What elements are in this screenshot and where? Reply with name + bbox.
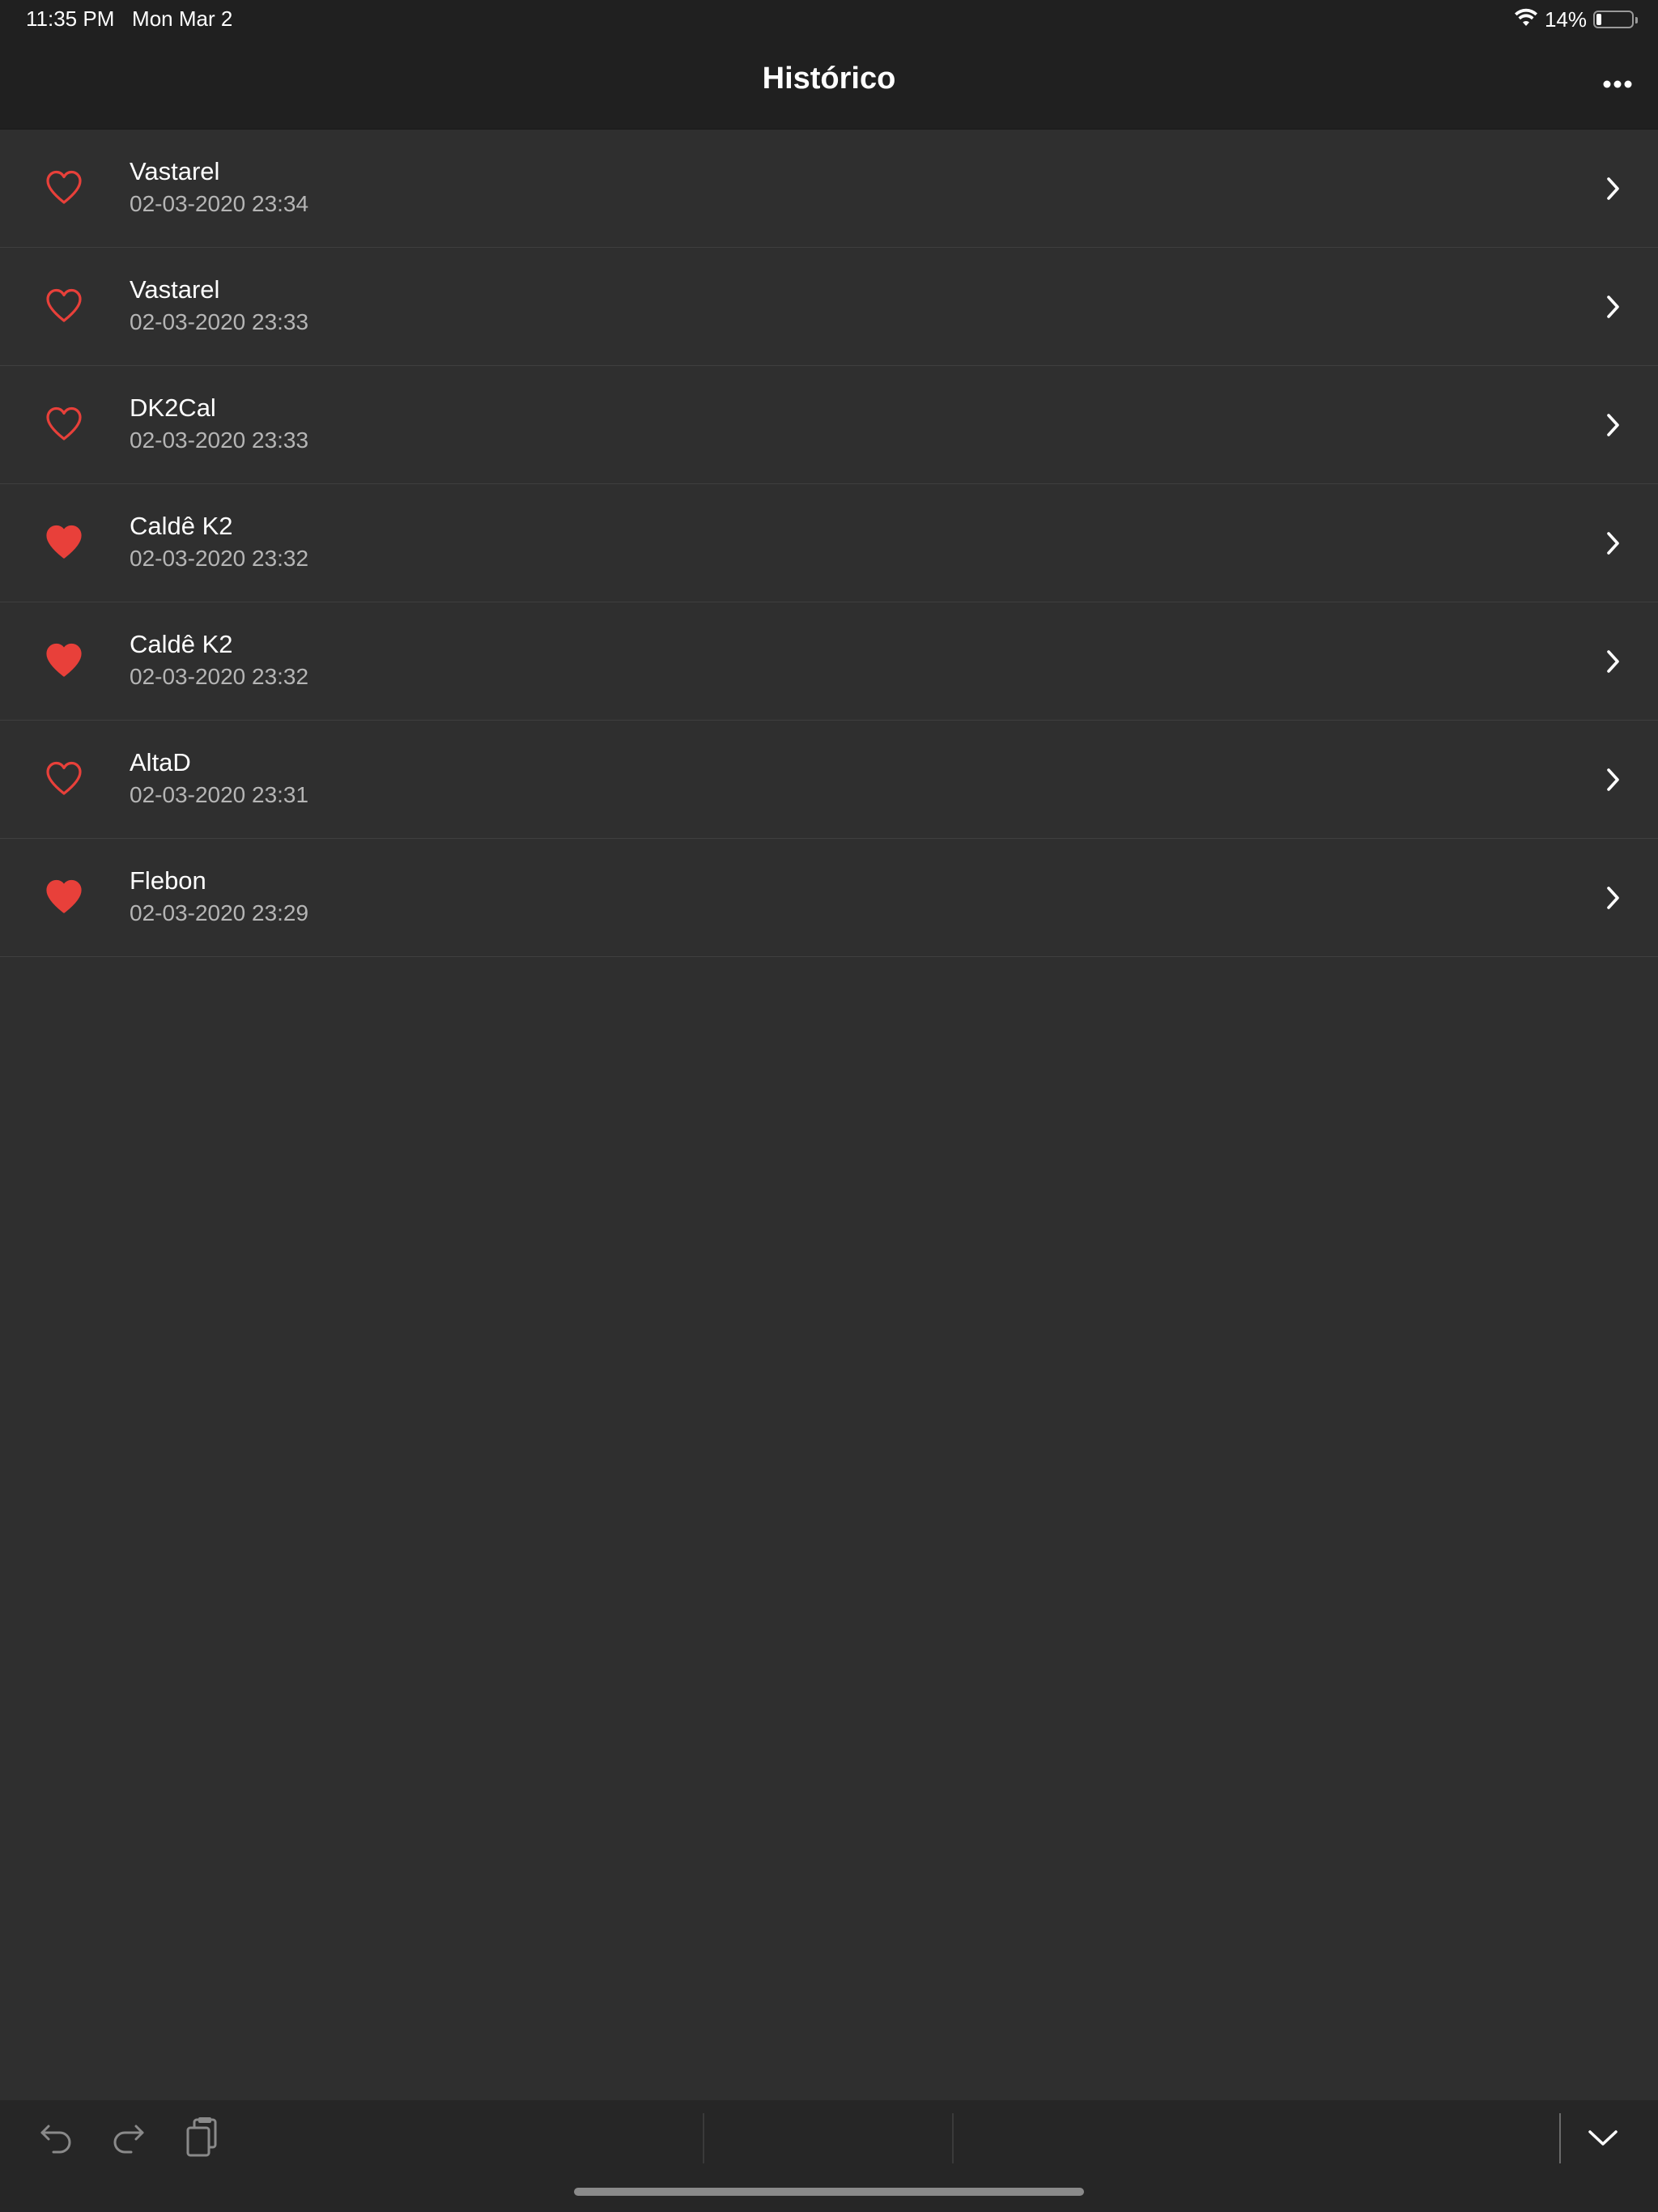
history-row[interactable]: AltaD 02-03-2020 23:31 <box>0 721 1658 839</box>
status-bar: 11:35 PM Mon Mar 2 14% <box>0 0 1658 39</box>
history-row[interactable]: Caldê K2 02-03-2020 23:32 <box>0 484 1658 602</box>
status-date: Mon Mar 2 <box>132 6 233 31</box>
history-item-date: 02-03-2020 23:32 <box>130 664 309 689</box>
home-indicator[interactable] <box>574 2188 1084 2196</box>
battery-level <box>1596 14 1601 25</box>
toolbar-divider <box>1559 2113 1561 2163</box>
heart-filled-icon[interactable] <box>45 643 83 677</box>
history-item-name: Caldê K2 <box>130 512 233 540</box>
screen: 11:35 PM Mon Mar 2 14% Histórico Vastare… <box>0 0 1658 2212</box>
chevron-right-icon <box>1607 177 1619 200</box>
history-item-name: Vastarel <box>130 275 220 304</box>
status-clock: 11:35 PM <box>26 6 115 31</box>
history-item-name: AltaD <box>130 748 191 776</box>
heart-outline-icon[interactable] <box>45 288 83 322</box>
toolbar-divider <box>703 2113 704 2163</box>
history-item-date: 02-03-2020 23:29 <box>130 900 309 925</box>
history-item-date: 02-03-2020 23:32 <box>130 546 309 571</box>
history-item-name: Flebon <box>130 866 206 895</box>
chevron-right-icon <box>1607 296 1619 318</box>
heart-outline-icon[interactable] <box>45 406 83 440</box>
history-item-date: 02-03-2020 23:34 <box>130 191 309 216</box>
history-row[interactable]: Vastarel 02-03-2020 23:34 <box>0 130 1658 248</box>
chevron-right-icon <box>1607 887 1619 909</box>
clipboard-icon <box>186 2117 217 2157</box>
undo-icon <box>40 2125 71 2154</box>
chevron-right-icon <box>1607 414 1619 436</box>
history-item-name: DK2Cal <box>130 393 216 422</box>
status-indicators: 14% <box>1514 6 1638 32</box>
chevron-right-icon <box>1607 650 1619 673</box>
wifi-icon <box>1514 8 1538 32</box>
chevron-right-icon <box>1607 768 1619 791</box>
heart-filled-icon[interactable] <box>45 879 83 913</box>
history-item-date: 02-03-2020 23:33 <box>130 428 309 453</box>
heart-outline-icon[interactable] <box>45 761 83 795</box>
status-time: 11:35 PM Mon Mar 2 <box>26 6 232 32</box>
battery-percent: 14% <box>1544 6 1587 32</box>
heart-filled-icon[interactable] <box>45 525 83 559</box>
undo-button[interactable] <box>34 2115 79 2160</box>
chevron-down-icon <box>1588 2130 1618 2146</box>
history-item-date: 02-03-2020 23:33 <box>130 309 309 334</box>
toolbar-divider <box>952 2113 954 2163</box>
ellipsis-icon <box>1603 80 1632 88</box>
navigation-bar: Histórico <box>0 39 1658 130</box>
paste-button[interactable] <box>180 2115 225 2160</box>
dismiss-keyboard-button[interactable] <box>1580 2115 1626 2160</box>
chevron-right-icon <box>1607 532 1619 555</box>
history-row[interactable]: Vastarel 02-03-2020 23:33 <box>0 248 1658 366</box>
history-item-date: 02-03-2020 23:31 <box>130 782 309 807</box>
history-row[interactable]: DK2Cal 02-03-2020 23:33 <box>0 366 1658 484</box>
history-row[interactable]: Caldê K2 02-03-2020 23:32 <box>0 602 1658 721</box>
page-title: Histórico <box>762 62 896 96</box>
redo-button[interactable] <box>105 2115 151 2160</box>
history-list: Vastarel 02-03-2020 23:34 Vastarel 02-03-20… <box>0 130 1658 957</box>
more-button[interactable] <box>1596 63 1639 105</box>
redo-icon <box>113 2125 144 2154</box>
history-row[interactable]: Flebon 02-03-2020 23:29 <box>0 839 1658 957</box>
battery-icon <box>1593 11 1638 28</box>
heart-outline-icon[interactable] <box>45 170 83 204</box>
history-item-name: Vastarel <box>130 157 220 185</box>
history-item-name: Caldê K2 <box>130 630 233 658</box>
